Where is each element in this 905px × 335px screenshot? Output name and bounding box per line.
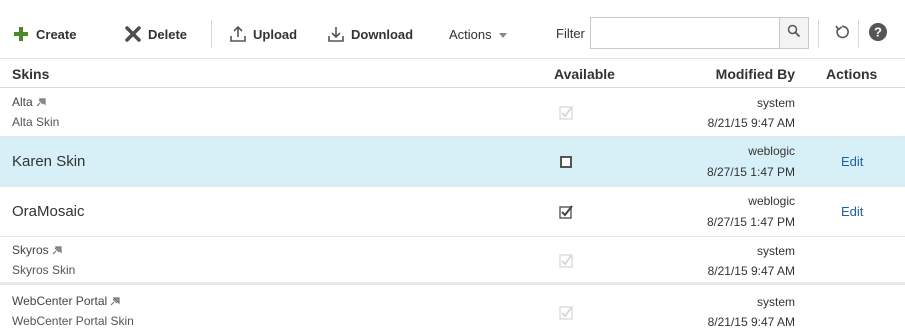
svg-text:?: ? [874, 24, 882, 39]
refresh-button[interactable] [830, 22, 854, 46]
toolbar-divider [211, 20, 212, 48]
actions-menu-button[interactable]: Actions [449, 21, 508, 47]
pin-icon [110, 295, 120, 309]
create-button[interactable]: Create [12, 21, 76, 47]
skin-name-text: Alta [12, 95, 33, 109]
toolbar-divider [818, 20, 819, 48]
edit-link[interactable]: Edit [841, 204, 863, 219]
header-skins[interactable]: Skins [12, 66, 49, 82]
toolbar-divider [858, 20, 859, 48]
skin-description: Alta Skin [12, 115, 60, 129]
table-header: Skins Available Modified By Actions [0, 58, 905, 88]
modified-by: system [756, 295, 795, 309]
header-actions: Actions [826, 66, 878, 82]
modified-by: weblogic [748, 144, 795, 158]
skin-description: WebCenter Portal Skin [12, 314, 134, 328]
skin-name: OraMosaic [12, 203, 85, 220]
skin-name: Alta [12, 95, 46, 110]
checkbox-checked-disabled-icon [559, 254, 573, 268]
create-label: Create [36, 26, 77, 42]
checkbox-checked-disabled-icon [559, 306, 573, 320]
delete-x-icon [124, 25, 142, 43]
header-modified-by[interactable]: Modified By [716, 66, 795, 82]
available-checkbox [559, 254, 573, 268]
pin-icon [52, 244, 62, 258]
table-row[interactable]: Alta Alta Skin system 8/21/15 9:47 AM [0, 89, 905, 137]
pin-icon [36, 96, 46, 110]
modified-date: 8/27/15 1:47 PM [706, 215, 795, 229]
skin-description: Skyros Skin [12, 263, 76, 277]
modified-date: 8/21/15 9:47 AM [707, 264, 795, 278]
search-button[interactable] [779, 17, 809, 49]
upload-button[interactable]: Upload [229, 21, 297, 47]
upload-icon [229, 25, 247, 43]
filter-input[interactable] [590, 17, 779, 49]
delete-button[interactable]: Delete [124, 21, 187, 47]
table-row[interactable]: Karen Skin weblogic 8/27/15 1:47 PM Edit [0, 137, 905, 187]
delete-label: Delete [148, 26, 188, 42]
header-available[interactable]: Available [554, 66, 615, 82]
available-checkbox [559, 306, 573, 320]
available-checkbox [559, 106, 573, 120]
modified-date: 8/21/15 9:47 AM [707, 315, 795, 329]
actions-menu-label: Actions [449, 26, 492, 42]
modified-by: system [756, 244, 795, 258]
help-button[interactable]: ? [866, 22, 890, 46]
upload-label: Upload [253, 26, 298, 42]
table-row[interactable]: Skyros Skyros Skin system 8/21/15 9:47 A… [0, 237, 905, 285]
modified-by: weblogic [748, 194, 795, 208]
refresh-icon [833, 23, 851, 46]
table-row[interactable]: OraMosaic weblogic 8/27/15 1:47 PM Edit [0, 187, 905, 237]
available-checkbox[interactable] [559, 205, 573, 219]
filter-label: Filter [556, 26, 585, 41]
modified-by: system [756, 96, 795, 110]
download-button[interactable]: Download [327, 21, 413, 47]
skin-name-text: Skyros [12, 243, 49, 257]
edit-link[interactable]: Edit [841, 154, 863, 169]
skin-name: Karen Skin [12, 153, 86, 170]
toolbar: Create Delete Upload Download Actions Fi… [0, 0, 905, 58]
table-row[interactable]: WebCenter Portal WebCenter Portal Skin s… [0, 288, 905, 335]
skin-name-text: WebCenter Portal [12, 294, 108, 308]
skin-name: Skyros [12, 243, 62, 258]
modified-date: 8/21/15 9:47 AM [707, 116, 795, 130]
checkbox-checked-icon [559, 205, 573, 219]
download-icon [327, 25, 345, 43]
plus-icon [12, 25, 30, 43]
modified-date: 8/27/15 1:47 PM [706, 165, 795, 179]
available-checkbox[interactable] [559, 155, 573, 169]
chevron-down-icon [498, 27, 508, 42]
checkbox-unchecked-icon [560, 156, 572, 168]
checkbox-checked-disabled-icon [559, 106, 573, 120]
help-icon: ? [868, 22, 888, 47]
download-label: Download [351, 26, 414, 42]
search-icon [787, 24, 801, 43]
skin-name: WebCenter Portal [12, 294, 120, 309]
